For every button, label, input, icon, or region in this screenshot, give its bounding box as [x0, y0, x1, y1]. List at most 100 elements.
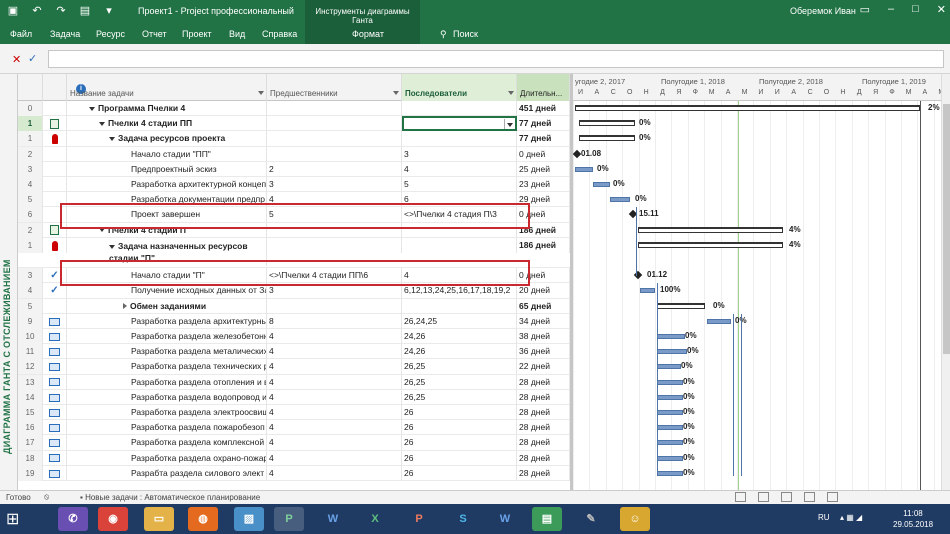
- row-number[interactable]: 9: [18, 313, 43, 329]
- duration-cell[interactable]: 28 дней: [517, 450, 570, 466]
- row-number[interactable]: 1: [18, 131, 43, 147]
- row-number[interactable]: 5: [18, 192, 43, 208]
- duration-cell[interactable]: 38 дней: [517, 329, 570, 344]
- row-number[interactable]: 1: [18, 237, 43, 253]
- collapse-icon[interactable]: [99, 121, 105, 126]
- predecessors-cell[interactable]: 4: [267, 405, 402, 420]
- table-row[interactable]: 11 Разработка раздела металических 4 24,26 3…: [18, 344, 570, 360]
- task-name[interactable]: Разработка раздела железобетонн: [131, 331, 266, 341]
- duration-cell[interactable]: 0 дней: [517, 146, 570, 162]
- duration-cell[interactable]: 77 дней: [517, 131, 570, 147]
- task-name[interactable]: Разработка раздела технических р: [131, 361, 266, 371]
- project-app-icon[interactable]: P: [274, 507, 304, 531]
- task-bar[interactable]: [657, 425, 683, 431]
- predecessors-cell[interactable]: 4: [267, 359, 402, 375]
- task-bar[interactable]: [657, 364, 681, 370]
- select-all-corner[interactable]: [18, 74, 43, 101]
- row-number[interactable]: 2: [18, 222, 43, 238]
- successors-cell[interactable]: 5: [402, 177, 517, 192]
- summary-bar[interactable]: [579, 120, 635, 127]
- tab-project[interactable]: Проект: [182, 29, 212, 39]
- row-number[interactable]: 4: [18, 283, 43, 299]
- table-row[interactable]: 14 Разработка раздела водопровод и 4 26,25 2…: [18, 389, 570, 405]
- entry-input[interactable]: [48, 50, 944, 68]
- task-name[interactable]: Разработка раздела отопления и в: [131, 377, 266, 387]
- chevron-down-icon[interactable]: [393, 91, 399, 95]
- successors-cell[interactable]: 26: [402, 405, 517, 420]
- summary-bar[interactable]: [579, 135, 635, 142]
- table-row[interactable]: 3 Предпроектный эскиз 2 4 25 дней: [18, 161, 570, 177]
- table-row[interactable]: 15 Разработка раздела электроосвищ 4 26 28 д…: [18, 405, 570, 421]
- predecessors-cell[interactable]: 2: [267, 161, 402, 177]
- summary-bar[interactable]: [575, 105, 920, 111]
- table-row[interactable]: 19 Разрабта раздела силового элект 4 26 28 д…: [18, 465, 570, 481]
- successors-cell[interactable]: [402, 131, 517, 147]
- task-bar[interactable]: [640, 288, 655, 294]
- predecessors-cell[interactable]: [267, 131, 402, 147]
- search-icon[interactable]: ⚲: [440, 29, 447, 40]
- task-name[interactable]: Обмен заданиями: [130, 301, 206, 311]
- table-row[interactable]: 5 Обмен заданиями 65 дней: [18, 298, 570, 314]
- predecessors-cell[interactable]: 4: [267, 329, 402, 344]
- save-icon[interactable]: ▣: [6, 4, 20, 17]
- task-bar[interactable]: [657, 455, 683, 461]
- windows-start-icon[interactable]: ⊞: [6, 509, 28, 529]
- tab-format[interactable]: Формат: [352, 29, 384, 39]
- duration-cell[interactable]: 77 дней: [517, 116, 570, 132]
- viber-icon[interactable]: ✆: [58, 507, 88, 531]
- duration-cell[interactable]: 36 дней: [517, 344, 570, 360]
- tab-resource[interactable]: Ресурс: [96, 29, 125, 39]
- vertical-scrollbar[interactable]: [941, 74, 950, 490]
- user-name[interactable]: Оберемок Иван: [790, 6, 856, 16]
- predecessors-cell[interactable]: 4: [267, 420, 402, 436]
- successors-cell[interactable]: 26: [402, 465, 517, 481]
- table-row[interactable]: 10 Разработка раздела железобетонн 4 24,26 3…: [18, 329, 570, 345]
- task-bar[interactable]: [575, 166, 593, 172]
- predecessors-column-header[interactable]: Предшественники: [267, 74, 402, 101]
- collapse-icon[interactable]: [109, 244, 115, 249]
- duration-cell[interactable]: 28 дней: [517, 465, 570, 481]
- task-name[interactable]: Пчелки 4 стадии ПП: [108, 118, 192, 128]
- predecessors-cell[interactable]: 4: [267, 344, 402, 360]
- word-app-icon[interactable]: W: [318, 507, 348, 531]
- chevron-down-icon[interactable]: [258, 91, 264, 95]
- row-number[interactable]: 18: [18, 450, 43, 466]
- task-name[interactable]: Программа Пчелки 4: [98, 103, 185, 113]
- successors-cell[interactable]: 26: [402, 450, 517, 466]
- powerpoint-app-icon[interactable]: P: [404, 507, 434, 531]
- row-number[interactable]: 19: [18, 465, 43, 481]
- open-icon[interactable]: ▤: [78, 4, 92, 17]
- predecessors-cell[interactable]: [267, 298, 402, 314]
- row-number[interactable]: 16: [18, 420, 43, 436]
- gantt-view-icon[interactable]: [735, 492, 746, 502]
- successors-cell[interactable]: 4: [402, 161, 517, 177]
- row-number[interactable]: 1: [18, 116, 43, 132]
- duration-cell[interactable]: 186 дней: [517, 237, 570, 253]
- task-bar[interactable]: [657, 410, 683, 415]
- predecessors-cell[interactable]: [267, 101, 402, 116]
- successors-cell[interactable]: 26: [402, 420, 517, 436]
- row-number[interactable]: 17: [18, 435, 43, 451]
- close-icon[interactable]: ✕: [937, 3, 946, 16]
- table-row[interactable]: 16 Разработка раздела пожаробезоп 4 26 28 дн…: [18, 420, 570, 436]
- successors-cell[interactable]: 3: [402, 146, 517, 162]
- row-number[interactable]: 0: [18, 101, 43, 116]
- skype-icon[interactable]: S: [448, 507, 478, 531]
- undo-icon[interactable]: ↶: [30, 4, 44, 17]
- team-planner-icon[interactable]: [781, 492, 792, 502]
- chevron-down-icon[interactable]: [508, 91, 514, 95]
- duration-cell[interactable]: 28 дней: [517, 420, 570, 436]
- table-row[interactable]: 1 Задача ресурсов проекта 77 дней: [18, 131, 570, 147]
- row-number[interactable]: 11: [18, 344, 43, 360]
- milestone-marker[interactable]: [573, 149, 582, 158]
- successors-cell[interactable]: [402, 237, 517, 253]
- duration-cell[interactable]: 23 дней: [517, 177, 570, 192]
- confirm-entry-icon[interactable]: ✓: [28, 52, 37, 65]
- tray-icons[interactable]: ▴ ▦ ◢: [840, 513, 862, 522]
- table-row[interactable]: 2 Начало стадии "ПП" 3 0 дней: [18, 146, 570, 162]
- successors-cell[interactable]: 26,25: [402, 374, 517, 390]
- tab-task[interactable]: Задача: [50, 29, 80, 39]
- task-name[interactable]: Разработка архитектурной концеп: [131, 179, 266, 189]
- summary-bar[interactable]: [638, 226, 783, 233]
- table-row[interactable]: 9 Разработка раздела архитектурны 8 26,24,2…: [18, 313, 570, 329]
